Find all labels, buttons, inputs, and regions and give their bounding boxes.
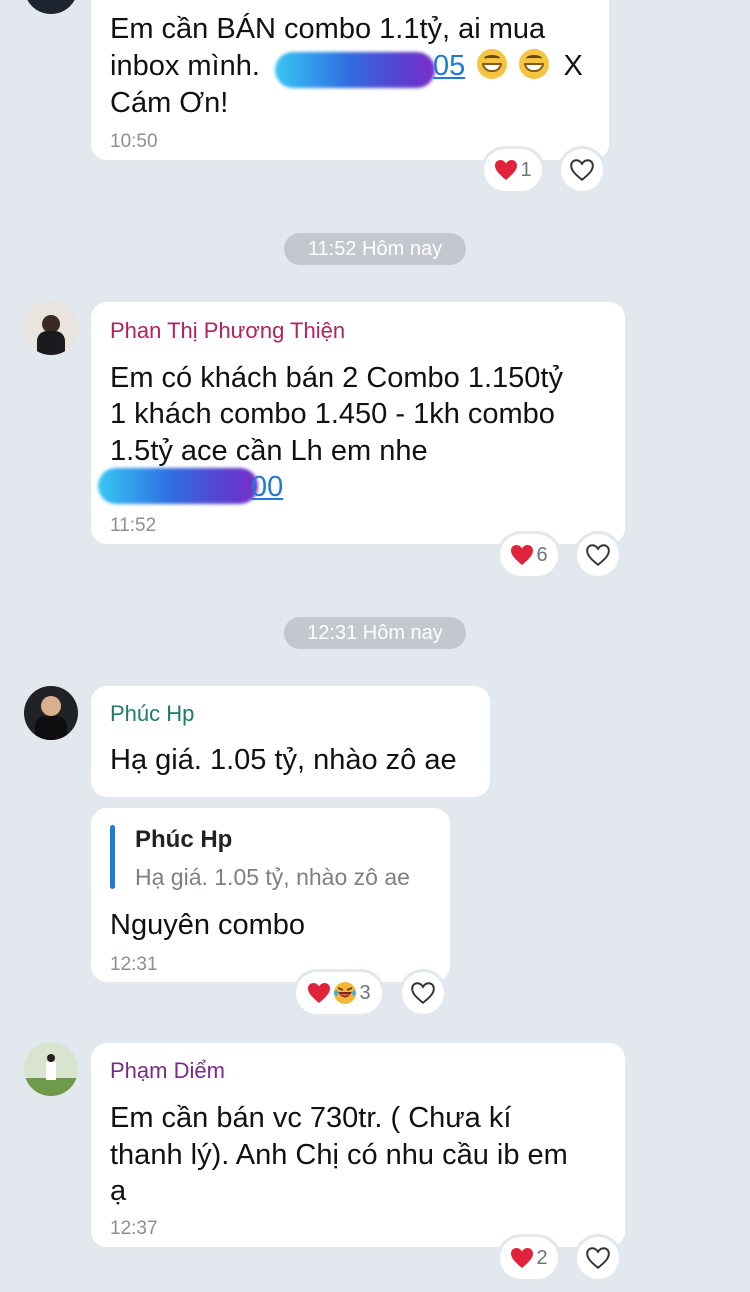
- heart-outline-icon: [570, 159, 594, 181]
- quote-text[interactable]: Hạ giá. 1.05 tỷ, nhào zô ae: [135, 864, 410, 891]
- heart-icon: [495, 160, 518, 180]
- message-text-line: 1 khách combo 1.450 - 1kh combo: [110, 398, 555, 430]
- redacted-phone: [98, 468, 258, 504]
- phone-link[interactable]: 05 X: [433, 48, 583, 85]
- sender-name[interactable]: Phan Thị Phương Thiện: [110, 318, 345, 344]
- laugh-cry-emoji-icon: [334, 982, 357, 1004]
- heart-icon: [308, 983, 331, 1003]
- avatar-figure: [47, 1054, 55, 1062]
- heart-outline-icon: [586, 1247, 610, 1269]
- message-bubble[interactable]: Em cần BÁN combo 1.1tỷ, ai mua inbox mìn…: [91, 0, 609, 160]
- avatar[interactable]: [24, 1042, 78, 1096]
- message-text-line: 1.5tỷ ace cần Lh em nhe: [110, 435, 428, 467]
- message-bubble[interactable]: Phạm Diểm Em cần bán vc 730tr. ( Chưa kí…: [91, 1043, 625, 1247]
- reaction-count: 6: [536, 543, 548, 566]
- message-text-line: Em cần BÁN combo 1.1tỷ, ai mua: [110, 13, 546, 45]
- message-time: 12:37: [110, 1218, 158, 1239]
- heart-outline-icon: [586, 544, 610, 566]
- phone-link[interactable]: 00: [251, 469, 283, 506]
- quote-bar: [110, 825, 115, 889]
- reaction-count: 1: [520, 158, 532, 181]
- message-bubble[interactable]: Phúc Hp Hạ giá. 1.05 tỷ, nhào zô ae Nguy…: [91, 808, 450, 982]
- message-text-line: Cám Ơn!: [110, 87, 229, 119]
- grin-emoji-icon: [477, 49, 508, 79]
- heart-outline-icon: [411, 982, 435, 1004]
- message-time: 11:52: [110, 515, 157, 536]
- reaction-pill[interactable]: 1: [484, 149, 542, 191]
- message-text: X: [563, 50, 583, 82]
- message-text: Nguyên combo: [110, 909, 306, 941]
- react-button[interactable]: [402, 972, 444, 1014]
- quote-sender[interactable]: Phúc Hp: [135, 826, 232, 854]
- reaction-count: 3: [359, 981, 371, 1004]
- reaction-pill[interactable]: 3: [296, 972, 382, 1014]
- react-button[interactable]: [577, 1237, 619, 1279]
- react-button[interactable]: [561, 149, 603, 191]
- message-text-line: Em cần bán vc 730tr. ( Chưa kí: [110, 1102, 512, 1134]
- message-text: inbox mình.: [110, 50, 260, 82]
- avatar-figure: [41, 696, 61, 716]
- message-text-line: ạ: [110, 1175, 127, 1207]
- avatar-figure: [37, 331, 65, 355]
- message-text: Hạ giá. 1.05 tỷ, nhào zô ae: [110, 744, 457, 776]
- avatar-figure: [35, 716, 67, 740]
- reaction-pill[interactable]: 2: [500, 1237, 558, 1279]
- sender-name[interactable]: Phúc Hp: [110, 701, 194, 727]
- message-time: 12:31: [110, 954, 158, 975]
- phone-link-text[interactable]: 00: [251, 471, 283, 503]
- message-bubble[interactable]: Phan Thị Phương Thiện Em có khách bán 2 …: [91, 302, 625, 544]
- sender-name[interactable]: Phạm Diểm: [110, 1058, 225, 1084]
- avatar[interactable]: [24, 301, 78, 355]
- message-text-line: inbox mình.: [110, 48, 260, 85]
- avatar[interactable]: [24, 686, 78, 740]
- message-text-line: thanh lý). Anh Chị có nhu cầu ib em: [110, 1139, 568, 1171]
- heart-icon: [511, 545, 534, 565]
- avatar-figure: [24, 1078, 78, 1096]
- date-divider: 11:52 Hôm nay: [284, 233, 466, 265]
- avatar[interactable]: [24, 0, 78, 14]
- redacted-phone: [275, 52, 435, 88]
- grin-emoji-icon: [519, 49, 550, 79]
- reaction-pill[interactable]: 6: [500, 534, 558, 576]
- phone-link-text[interactable]: 05: [433, 50, 465, 82]
- message-text-line: Em có khách bán 2 Combo 1.150tỷ: [110, 362, 563, 394]
- message-time: 10:50: [110, 131, 158, 152]
- avatar-figure: [46, 1062, 56, 1080]
- date-divider: 12:31 Hôm nay: [284, 617, 466, 649]
- react-button[interactable]: [577, 534, 619, 576]
- message-bubble[interactable]: Phúc Hp Hạ giá. 1.05 tỷ, nhào zô ae: [91, 686, 490, 797]
- heart-icon: [511, 1248, 534, 1268]
- reaction-count: 2: [536, 1246, 548, 1269]
